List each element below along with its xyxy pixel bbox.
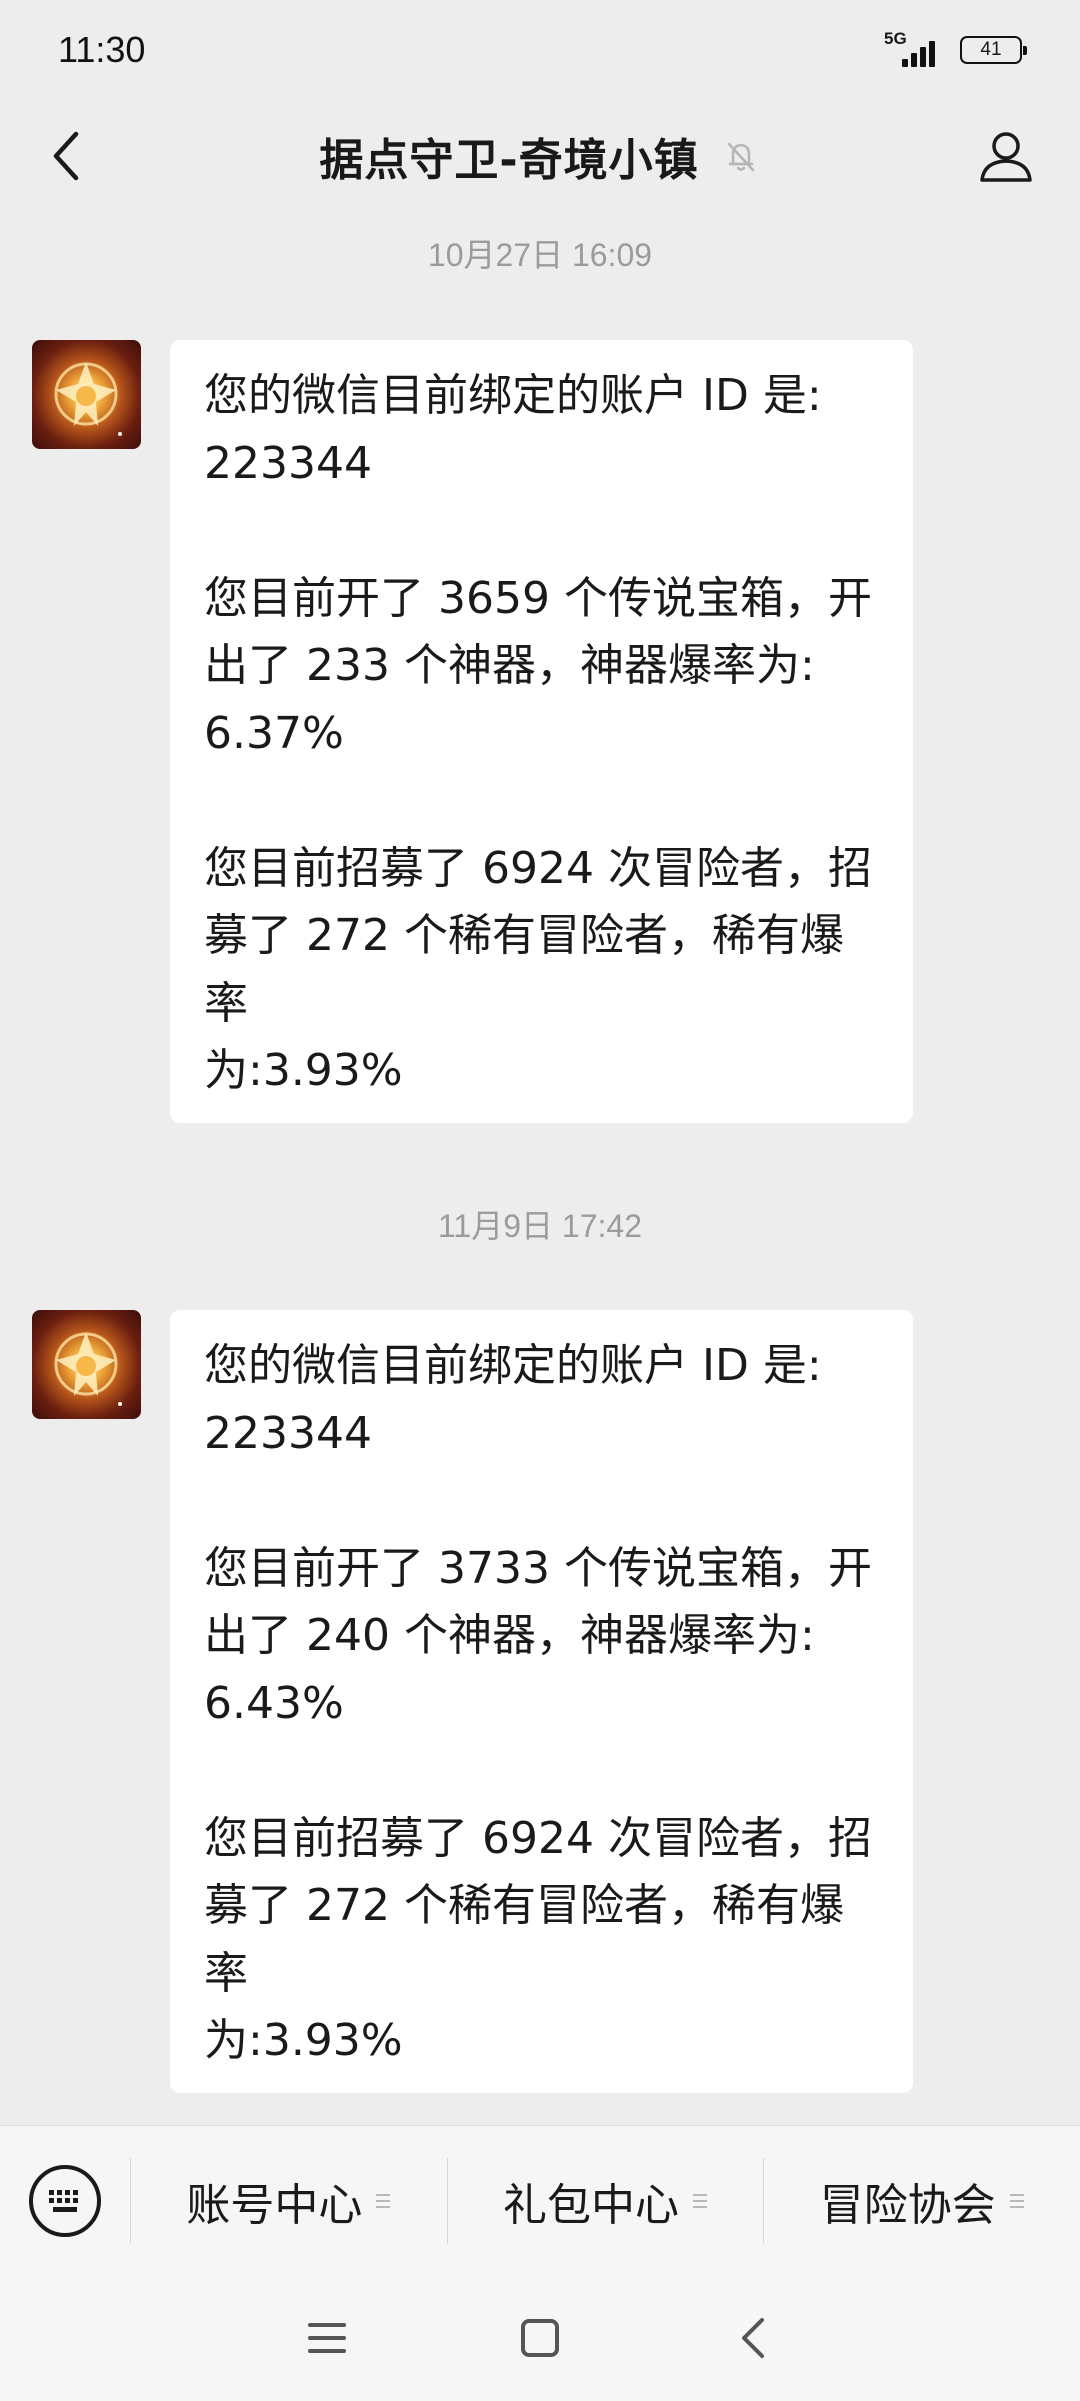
message-line: 您的微信目前绑定的账户 ID 是: <box>204 370 822 421</box>
message-line <box>204 1467 879 1535</box>
status-time: 11:30 <box>58 29 146 70</box>
emblem-icon <box>54 362 122 436</box>
message-timestamp: 10月27日 16:09 <box>427 237 653 273</box>
service-menu-bar: 账号中心 礼包中心 冒险协会 <box>0 2125 1080 2275</box>
menu-item-label: 账号中心 <box>186 2179 363 2231</box>
menu-item-label: 礼包中心 <box>503 2179 679 2231</box>
recents-button[interactable] <box>292 2303 362 2373</box>
chat-messages[interactable]: 10月27日 16:09 您的微信目前绑定的账户 ID 是: 223344 您目… <box>0 212 1080 2125</box>
keyboard-toggle-button[interactable] <box>0 2126 130 2276</box>
menu-item-label: 冒险协会 <box>819 2179 996 2231</box>
back-button[interactable] <box>38 128 94 184</box>
back-icon <box>742 2318 765 2358</box>
title-bar: 据点守卫-奇境小镇 <box>0 100 1080 212</box>
home-icon <box>520 2319 559 2357</box>
message-line: 为:3.93% <box>204 1045 403 1096</box>
keyboard-icon <box>29 2164 101 2237</box>
system-nav-bar <box>0 2275 1080 2401</box>
status-bar: 11:30 5G 41 <box>0 0 1080 100</box>
message-line: 募了 272 个稀有冒险者，稀有爆率 <box>204 1880 844 1999</box>
avatar[interactable] <box>32 1310 141 1419</box>
user-icon <box>980 132 1032 182</box>
message-line <box>204 1737 879 1805</box>
message-line: 您的微信目前绑定的账户 ID 是: <box>204 1340 822 1391</box>
menu-icon <box>307 2323 346 2353</box>
message-line: 募了 272 个稀有冒险者，稀有爆率 <box>204 910 844 1029</box>
system-back-button[interactable] <box>718 2303 788 2373</box>
home-button[interactable] <box>505 2303 575 2373</box>
submenu-icon <box>1009 2193 1024 2208</box>
message-line: 6.37% <box>204 707 344 759</box>
message-line: 您目前招募了 6924 次冒险者，招 <box>204 1812 872 1864</box>
menu-item-account-center[interactable]: 账号中心 <box>130 2126 447 2276</box>
message-line: 出了 240 个神器，神器爆率为: <box>204 1610 815 1661</box>
message-line: 6.43% <box>204 1677 344 1729</box>
submenu-icon <box>693 2193 707 2208</box>
message-line: 出了 233 个神器，神器爆率为: <box>204 640 815 691</box>
message-line: 您目前开了 3733 个传说宝箱，开 <box>204 1542 872 1594</box>
message-timestamp: 11月9日 17:42 <box>438 1208 642 1244</box>
message-bubble[interactable]: 您的微信目前绑定的账户 ID 是: 223344 您目前开了 3659 个传说宝… <box>170 340 913 1123</box>
chat-title: 据点守卫-奇境小镇 <box>319 135 699 186</box>
message-line: 您目前招募了 6924 次冒险者，招 <box>204 842 872 894</box>
message-line: 223344 <box>204 1407 372 1459</box>
menu-item-gift-center[interactable]: 礼包中心 <box>446 2126 764 2276</box>
battery-level: 41 <box>980 39 1002 60</box>
message-line <box>204 497 879 565</box>
message-line <box>204 767 879 835</box>
message-line: 223344 <box>204 437 372 489</box>
status-icons: 5G 41 <box>884 29 1027 67</box>
avatar[interactable] <box>32 340 141 449</box>
submenu-icon <box>376 2193 391 2208</box>
message-bubble[interactable]: 您的微信目前绑定的账户 ID 是: 223344 您目前开了 3733 个传说宝… <box>170 1310 913 2093</box>
signal-icon: 5G <box>884 29 946 67</box>
chevron-left-icon <box>53 131 79 181</box>
battery-icon: 41 <box>960 36 1027 64</box>
menu-item-adventure-guild[interactable]: 冒险协会 <box>763 2126 1080 2276</box>
emblem-icon <box>54 1332 122 1406</box>
chat-info-button[interactable] <box>976 126 1036 186</box>
message-line: 您目前开了 3659 个传说宝箱，开 <box>204 572 872 624</box>
bell-off-icon <box>727 142 754 172</box>
message-line: 为:3.93% <box>204 2015 403 2066</box>
